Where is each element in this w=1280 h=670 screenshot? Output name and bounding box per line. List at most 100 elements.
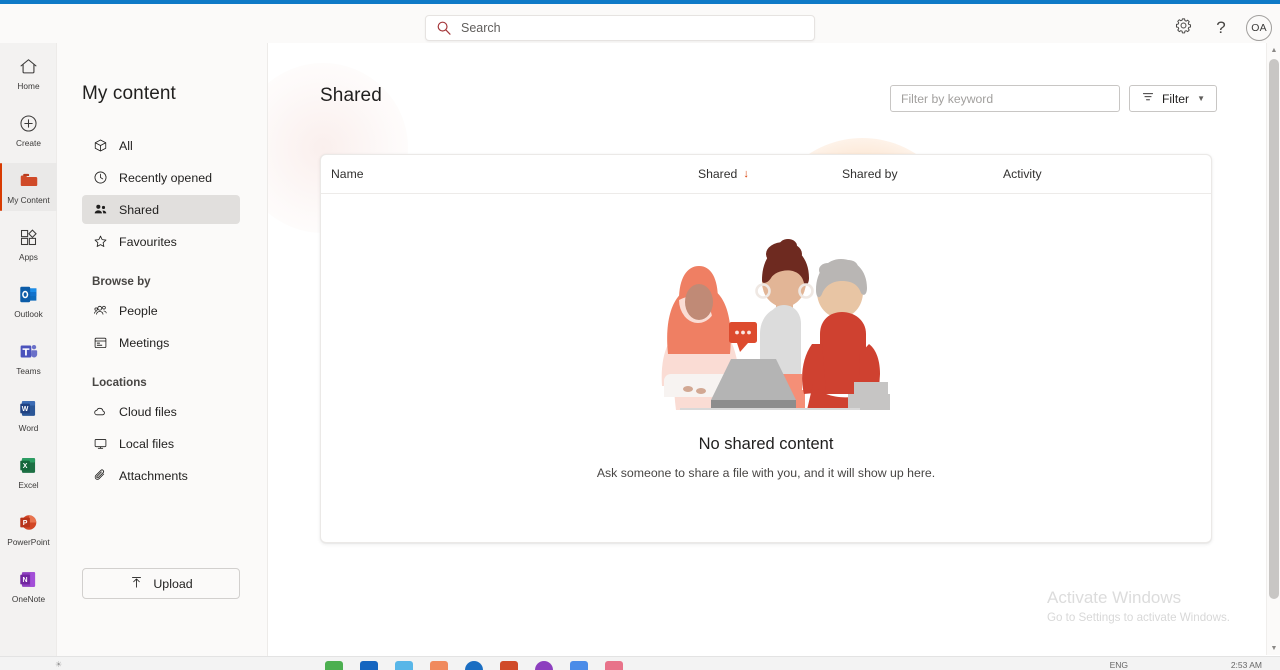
empty-state: No shared content Ask someone to share a… — [321, 195, 1211, 542]
calendar-icon — [92, 335, 108, 351]
cube-icon — [92, 138, 108, 154]
search-input[interactable] — [461, 21, 804, 35]
sidebar-title: My content — [82, 83, 176, 104]
sidebar-item-favourites[interactable]: Favourites — [82, 227, 240, 256]
sidebar-item-label: Cloud files — [119, 404, 177, 419]
rail-item-my-content[interactable]: My Content — [0, 163, 57, 211]
keyword-filter-input[interactable] — [901, 91, 1109, 106]
taskbar-icon-8[interactable] — [570, 661, 588, 670]
sidebar-item-recently-opened[interactable]: Recently opened — [82, 163, 240, 192]
taskbar-app-icons — [325, 661, 623, 670]
sidebar-item-attachments[interactable]: Attachments — [82, 461, 240, 490]
scroll-up-arrow-icon[interactable]: ▲ — [1267, 43, 1280, 57]
rail-item-powerpoint[interactable]: P PowerPoint — [0, 505, 57, 553]
apps-grid-icon — [18, 224, 39, 250]
avatar[interactable]: OA — [1246, 14, 1272, 41]
sort-descending-icon: ↓ — [743, 167, 749, 180]
page-scrollbar[interactable]: ▲ ▼ — [1266, 43, 1280, 655]
help-button[interactable]: ? — [1204, 11, 1238, 45]
column-header-activity[interactable]: Activity — [1003, 167, 1042, 181]
sidebar-item-label: Meetings — [119, 335, 170, 350]
rail-item-onenote[interactable]: N OneNote — [0, 562, 57, 610]
taskbar-icon-4[interactable] — [430, 661, 448, 670]
create-plus-icon — [18, 110, 39, 136]
rail-item-excel[interactable]: X Excel — [0, 448, 57, 496]
sidebar-item-label: Local files — [119, 436, 175, 451]
sidebar-item-label: Favourites — [119, 234, 177, 249]
taskbar-icon-1[interactable] — [325, 661, 343, 670]
sidebar-item-meetings[interactable]: Meetings — [82, 328, 240, 357]
column-header-shared[interactable]: Shared ↓ — [698, 167, 749, 181]
app-header: ? OA — [0, 4, 1280, 43]
rail-item-apps[interactable]: Apps — [0, 220, 57, 268]
sidebar-item-shared[interactable]: Shared — [82, 195, 240, 224]
scroll-down-arrow-icon[interactable]: ▼ — [1267, 641, 1280, 655]
rail-item-label: My Content — [7, 195, 50, 205]
taskbar-language[interactable]: ENG — [1110, 660, 1128, 670]
sidebar-group-locations: Locations — [92, 376, 147, 389]
rail-item-create[interactable]: Create — [0, 106, 57, 154]
rail-item-label: Word — [18, 423, 39, 433]
sidebar-item-label: Attachments — [119, 468, 188, 483]
three-people-laptop-illustration — [616, 234, 916, 415]
gear-icon — [1175, 17, 1192, 39]
sidebar-item-people[interactable]: People — [82, 296, 240, 325]
search-box[interactable] — [425, 15, 815, 41]
sidebar-item-label: Shared — [119, 202, 159, 217]
scrollbar-thumb[interactable] — [1269, 59, 1279, 599]
sidebar-item-all[interactable]: All — [82, 131, 240, 160]
rail-item-outlook[interactable]: Outlook — [0, 277, 57, 325]
rail-item-label: PowerPoint — [7, 537, 50, 547]
rail-item-teams[interactable]: Teams — [0, 334, 57, 382]
rail-item-word[interactable]: W Word — [0, 391, 57, 439]
rail-item-label: Create — [16, 138, 41, 148]
svg-text:P: P — [23, 520, 28, 527]
column-header-name[interactable]: Name — [331, 167, 364, 181]
sidebar: My content All Recently opened Shared Fa… — [57, 43, 268, 670]
keyword-filter-field[interactable] — [890, 85, 1120, 112]
search-icon — [436, 20, 452, 36]
rail-item-label: OneNote — [11, 594, 46, 604]
filter-button[interactable]: Filter ▼ — [1129, 85, 1217, 112]
clock-icon — [92, 170, 108, 186]
rail-item-label: Outlook — [14, 309, 43, 319]
sidebar-item-local-files[interactable]: Local files — [82, 429, 240, 458]
upload-label: Upload — [153, 576, 193, 591]
filter-button-label: Filter — [1161, 91, 1190, 106]
folder-icon — [18, 167, 40, 193]
svg-text:X: X — [23, 463, 28, 470]
home-icon — [18, 53, 39, 79]
svg-text:W: W — [22, 406, 29, 413]
app-window: ? OA Home Create My Conten — [0, 0, 1280, 670]
settings-button[interactable] — [1166, 11, 1200, 45]
taskbar-icon-3[interactable] — [395, 661, 413, 670]
windows-taskbar: ☀ ENG 2:53 AM — [0, 656, 1280, 670]
monitor-icon — [92, 436, 108, 452]
taskbar-icon-2[interactable] — [360, 661, 378, 670]
onenote-icon: N — [18, 566, 39, 592]
teams-icon — [18, 338, 39, 364]
watermark-title: Activate Windows — [1046, 588, 1182, 607]
content-card: Name Shared ↓ Shared by Activity No shar… — [320, 154, 1212, 543]
main-header: Shared Filter ▼ — [268, 43, 1280, 153]
taskbar-icon-6[interactable] — [500, 661, 518, 670]
rail-item-home[interactable]: Home — [0, 49, 57, 97]
filter-funnel-icon — [1141, 90, 1155, 107]
taskbar-icon-5[interactable] — [465, 661, 483, 670]
column-header-label: Shared by — [842, 167, 898, 181]
rail-item-label: Home — [17, 81, 40, 91]
question-mark-icon: ? — [1216, 17, 1226, 37]
empty-state-subtitle: Ask someone to share a file with you, an… — [596, 466, 936, 480]
upload-arrow-icon — [129, 575, 144, 593]
taskbar-icon-9[interactable] — [605, 661, 623, 670]
watermark-subtitle: Go to Settings to activate Windows. — [1046, 611, 1230, 624]
taskbar-weather[interactable]: ☀ — [55, 660, 62, 669]
sidebar-item-cloud-files[interactable]: Cloud files — [82, 397, 240, 426]
column-header-shared-by[interactable]: Shared by — [842, 167, 898, 181]
global-search[interactable] — [425, 15, 815, 41]
sidebar-item-label: Recently opened — [119, 170, 212, 185]
taskbar-clock[interactable]: 2:53 AM — [1231, 660, 1262, 670]
upload-button[interactable]: Upload — [82, 568, 240, 599]
page-title: Shared — [320, 85, 382, 106]
taskbar-icon-7[interactable] — [535, 661, 553, 670]
